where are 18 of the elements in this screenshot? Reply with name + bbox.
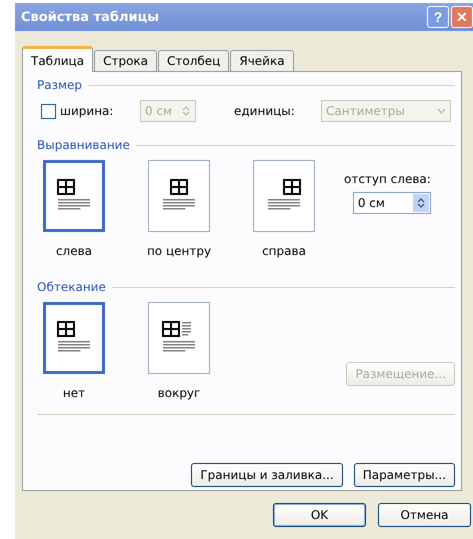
dialog-button[interactable]: Параметры...	[354, 463, 455, 487]
dialog-button[interactable]: Границы и заливка...	[191, 463, 343, 487]
window-title: Свойства таблицы	[21, 10, 159, 24]
indent-label: отступ слева:	[344, 172, 431, 186]
field-label: единицы:	[234, 104, 296, 118]
checkbox-label: ширина:	[60, 104, 114, 118]
tab[interactable]: Строка	[94, 50, 158, 72]
section-title: Размер	[37, 78, 82, 92]
width-checkbox[interactable]	[41, 104, 56, 118]
tab[interactable]: Столбец	[158, 50, 230, 72]
spinner-arrows-icon[interactable]	[416, 197, 425, 209]
ok-button[interactable]: OK	[273, 503, 366, 527]
cancel-button[interactable]: Отмена	[378, 503, 471, 527]
tab[interactable]: Таблица	[22, 46, 94, 72]
section-title: Выравнивание	[37, 138, 130, 152]
section-title: Обтекание	[37, 280, 106, 294]
indent-field[interactable]: 0 см	[352, 192, 431, 214]
tab[interactable]: Ячейка	[230, 50, 294, 72]
